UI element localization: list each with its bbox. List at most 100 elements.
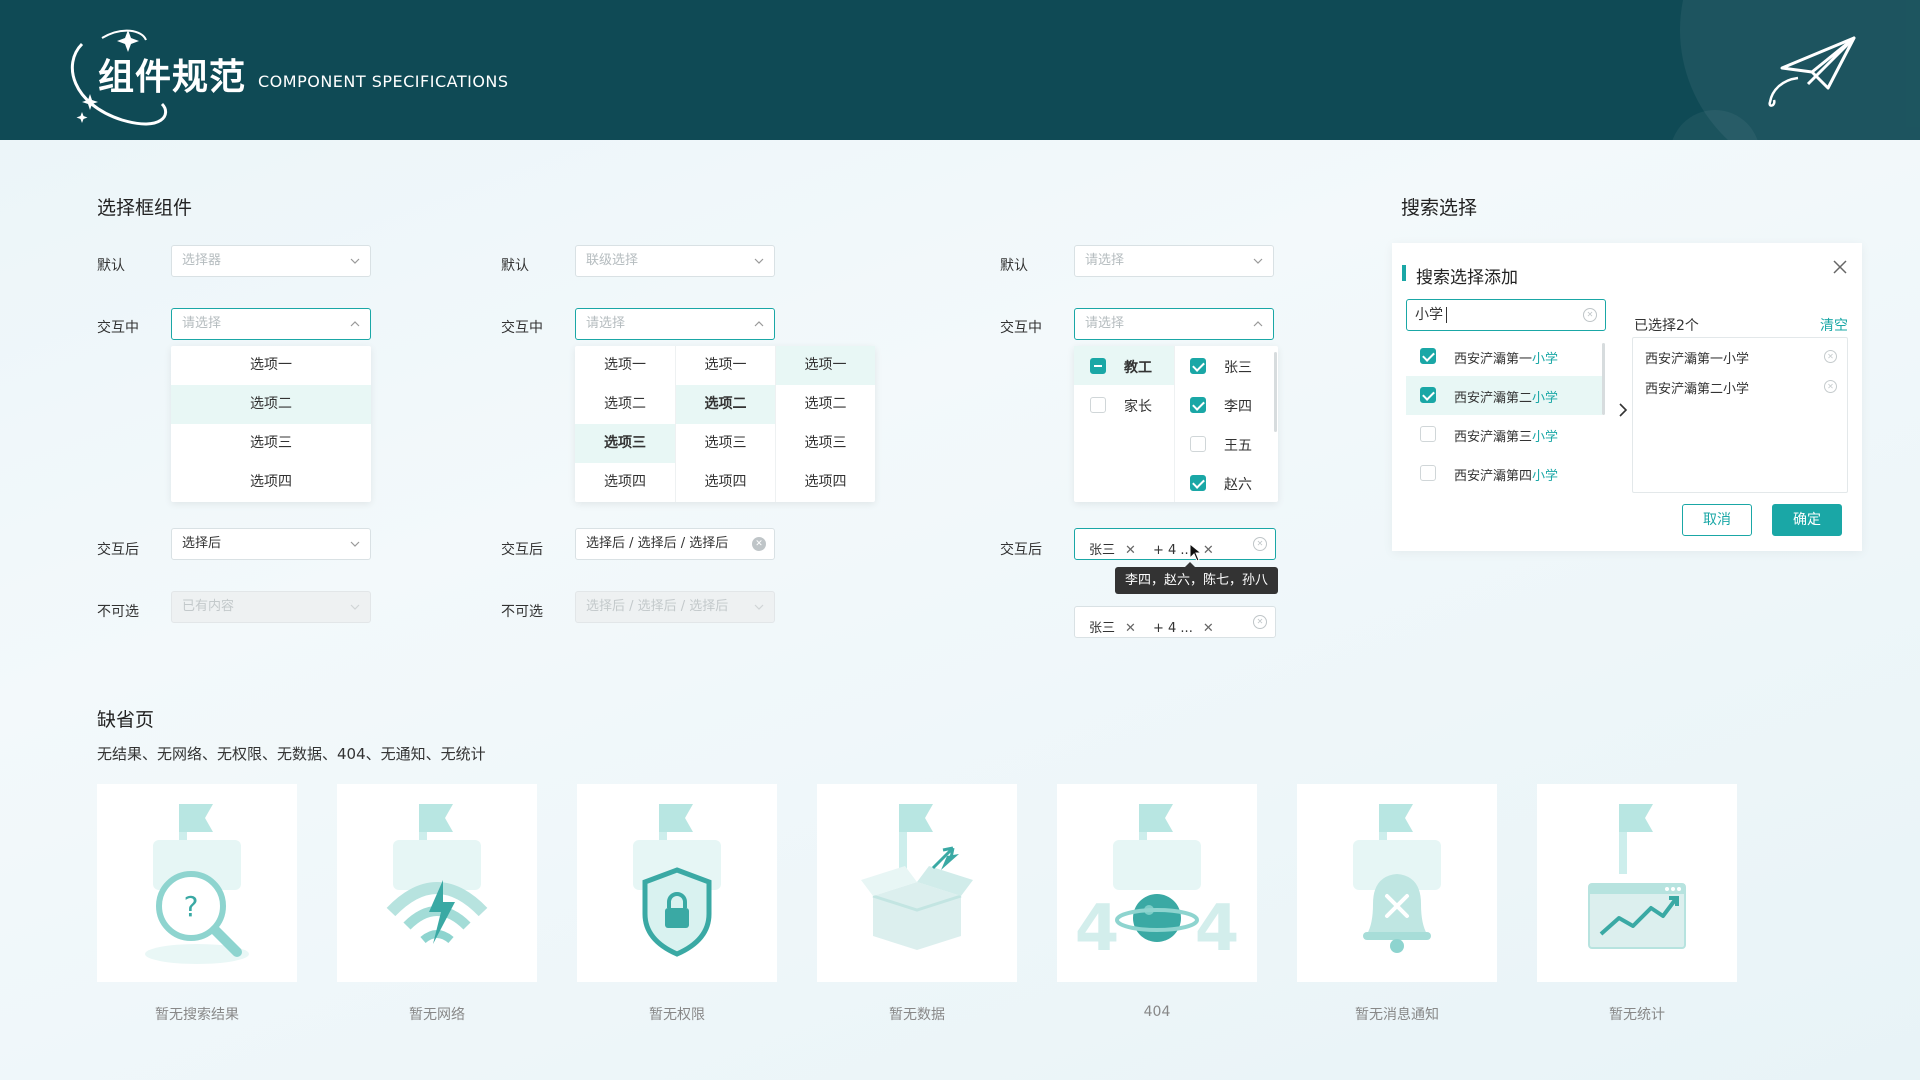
cascade-option[interactable]: 选项三 <box>776 424 875 463</box>
chevron-down-icon <box>350 258 360 264</box>
cascade-option[interactable]: 选项四 <box>575 463 675 502</box>
tag-close-icon[interactable]: ✕ <box>1203 621 1214 636</box>
multi-select-after-2[interactable]: 张三 ✕ + 4 ... ✕ ✕ <box>1074 606 1276 638</box>
checkbox-checked[interactable] <box>1190 358 1206 374</box>
more-tag[interactable]: + 4 ... ✕ <box>1153 536 1214 559</box>
more-tag[interactable]: + 4 ... ✕ <box>1153 614 1214 637</box>
select-value: 已有内容 <box>182 599 235 614</box>
multi-dropdown: 教工 家长 张三 李四 王五 赵六 <box>1074 346 1278 502</box>
list-item[interactable]: 西安浐灞第一小学 <box>1406 337 1602 376</box>
magnifier-question-icon: ? <box>145 804 249 964</box>
search-input[interactable]: 小学 ✕ <box>1406 299 1606 331</box>
label-default: 默认 <box>1000 258 1028 274</box>
cascade-option[interactable]: 选项四 <box>776 463 875 502</box>
cascade-option[interactable]: 选项一 <box>676 346 775 385</box>
clear-icon[interactable]: ✕ <box>1253 537 1267 551</box>
cascade-column-3: 选项一 选项二 选项三 选项四 <box>775 346 875 502</box>
cascade-option[interactable]: 选项二 <box>676 385 775 424</box>
page-subtitle: COMPONENT SPECIFICATIONS <box>258 72 509 91</box>
chosen-item: 西安浐灞第一小学 <box>1645 352 1750 367</box>
checkbox-indeterminate[interactable] <box>1090 358 1106 374</box>
cascade-dropdown: 选项一 选项二 选项三 选项四 选项一 选项二 选项三 选项四 选项一 选项二 … <box>575 346 875 502</box>
cascade-option[interactable]: 选项四 <box>676 463 775 502</box>
empty-section-title: 缺省页 <box>97 709 155 731</box>
cascade-option[interactable]: 选项三 <box>575 424 675 463</box>
svg-text:4: 4 <box>1195 892 1240 966</box>
label-after: 交互后 <box>1000 542 1042 558</box>
tags-tooltip: 李四，赵六，陈七，孙八 <box>1115 562 1279 594</box>
svg-text:?: ? <box>184 890 199 923</box>
scrollbar[interactable] <box>1274 352 1277 432</box>
select-value: 选择后 / 选择后 / 选择后 <box>586 536 729 551</box>
checkbox-checked[interactable] <box>1190 475 1206 491</box>
multi-select-default[interactable]: 请选择 <box>1074 245 1274 277</box>
tag-close-icon[interactable]: ✕ <box>1203 543 1214 558</box>
cascade-option[interactable]: 选项三 <box>676 424 775 463</box>
tag-label: 张三 <box>1089 621 1116 636</box>
selected-tag: 张三 ✕ <box>1089 536 1136 559</box>
cascade-select-default[interactable]: 联级选择 <box>575 245 775 277</box>
label-active: 交互中 <box>97 320 139 336</box>
tag-close-icon[interactable]: ✕ <box>1125 543 1136 558</box>
chosen-count: 已选择2个 <box>1634 318 1699 334</box>
scrollbar[interactable] <box>1602 343 1605 415</box>
header-banner: 组件规范 COMPONENT SPECIFICATIONS <box>0 0 1920 140</box>
search-result-list: 西安浐灞第一小学 西安浐灞第二小学 西安浐灞第三小学 西安浐灞第四小学 <box>1406 337 1602 493</box>
checkbox-checked[interactable] <box>1420 348 1436 364</box>
select-placeholder: 请选择 <box>182 316 222 331</box>
checkbox[interactable] <box>1420 426 1436 442</box>
empty-label: 404 <box>1143 1004 1171 1020</box>
cascade-option[interactable]: 选项一 <box>575 346 675 385</box>
svg-text:4: 4 <box>1075 892 1120 966</box>
selected-tag: 张三 ✕ <box>1089 614 1136 637</box>
empty-label: 暂无统计 <box>1609 1007 1665 1023</box>
dropdown-option[interactable]: 选项三 <box>171 424 371 463</box>
cascade-select-active[interactable]: 请选择 <box>575 308 775 340</box>
dropdown-option[interactable]: 选项二 <box>171 385 371 424</box>
dropdown-option[interactable]: 选项四 <box>171 463 371 502</box>
multi-select-active[interactable]: 请选择 <box>1074 308 1274 340</box>
person-label: 王五 <box>1224 438 1252 454</box>
clear-all-link[interactable]: 清空 <box>1820 315 1848 335</box>
clear-icon[interactable]: ✕ <box>752 537 766 551</box>
list-item[interactable]: 西安浐灞第四小学 <box>1406 454 1602 493</box>
select-placeholder: 请选择 <box>1085 316 1125 331</box>
checkbox[interactable] <box>1190 436 1206 452</box>
checkbox[interactable] <box>1420 465 1436 481</box>
cancel-button[interactable]: 取消 <box>1682 504 1752 536</box>
empty-card-no-network <box>337 784 537 982</box>
chevron-right-icon[interactable] <box>1618 403 1628 417</box>
title-accent-bar <box>1402 265 1406 281</box>
empty-label: 暂无网络 <box>409 1007 465 1023</box>
remove-icon[interactable]: ✕ <box>1824 350 1837 363</box>
tag-close-icon[interactable]: ✕ <box>1125 621 1136 636</box>
clear-icon[interactable]: ✕ <box>1583 308 1597 322</box>
list-item[interactable]: 西安浐灞第二小学 <box>1406 376 1602 415</box>
close-icon[interactable] <box>1832 259 1848 275</box>
clear-icon[interactable]: ✕ <box>1253 615 1267 629</box>
checkbox-checked[interactable] <box>1190 397 1206 413</box>
dropdown-option[interactable]: 选项一 <box>171 346 371 385</box>
checkbox[interactable] <box>1090 397 1106 413</box>
chevron-up-icon <box>754 321 764 327</box>
basic-select-default[interactable]: 选择器 <box>171 245 371 277</box>
cascade-option[interactable]: 选项二 <box>776 385 875 424</box>
cascade-option[interactable]: 选项一 <box>776 346 875 385</box>
chevron-down-icon <box>350 541 360 547</box>
basic-select-active[interactable]: 请选择 <box>171 308 371 340</box>
list-item[interactable]: 西安浐灞第三小学 <box>1406 415 1602 454</box>
remove-icon[interactable]: ✕ <box>1824 380 1837 393</box>
label-default: 默认 <box>501 258 529 274</box>
cascade-select-after[interactable]: 选择后 / 选择后 / 选择后 ✕ <box>575 528 775 560</box>
confirm-button[interactable]: 确定 <box>1772 504 1842 536</box>
person-label: 李四 <box>1224 399 1252 415</box>
panel-title: 搜索选择添加 <box>1416 268 1518 288</box>
open-box-icon <box>861 804 973 950</box>
line-chart-icon <box>1588 804 1686 949</box>
basic-select-after[interactable]: 选择后 <box>171 528 371 560</box>
label-active: 交互中 <box>501 320 543 336</box>
empty-label: 暂无消息通知 <box>1355 1007 1439 1023</box>
multi-select-after[interactable]: 张三 ✕ + 4 ... ✕ ✕ <box>1074 528 1276 560</box>
checkbox-checked[interactable] <box>1420 387 1436 403</box>
cascade-option[interactable]: 选项二 <box>575 385 675 424</box>
